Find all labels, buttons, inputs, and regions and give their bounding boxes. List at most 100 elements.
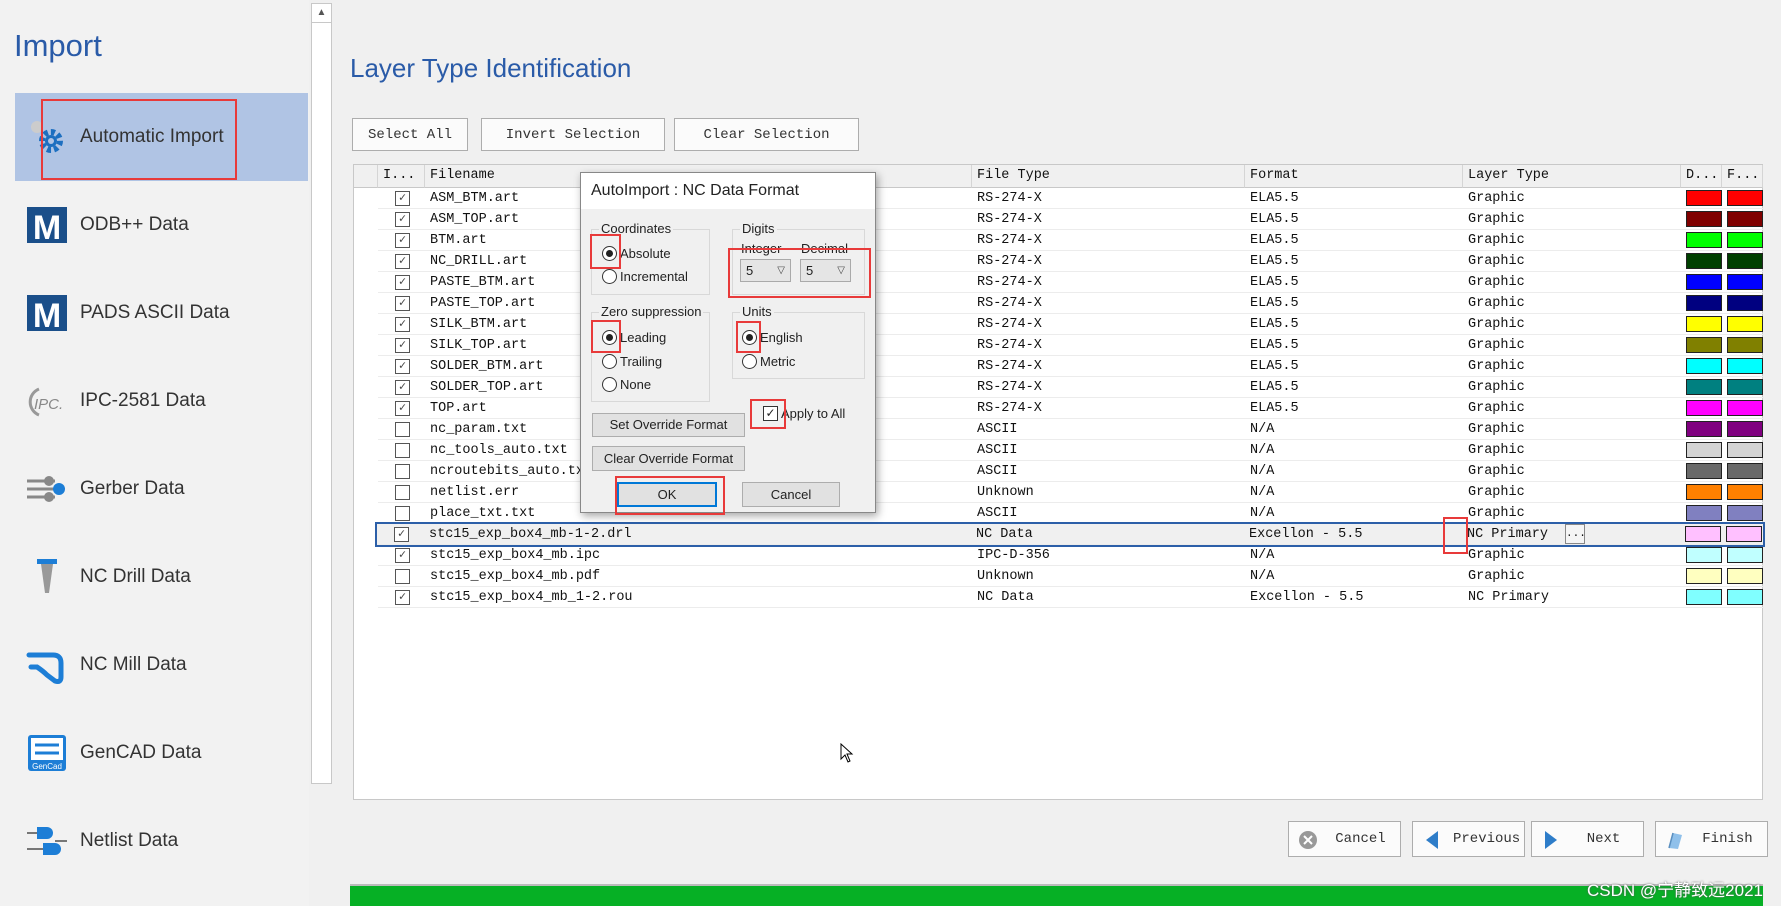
display-color-swatch[interactable] bbox=[1685, 526, 1721, 542]
display-color-swatch[interactable] bbox=[1686, 463, 1722, 479]
fill-color-swatch[interactable] bbox=[1727, 463, 1763, 479]
display-color-swatch[interactable] bbox=[1686, 547, 1722, 563]
import-checkbox[interactable] bbox=[395, 443, 410, 458]
display-color-swatch[interactable] bbox=[1686, 253, 1722, 269]
display-color-swatch[interactable] bbox=[1686, 442, 1722, 458]
set-override-format-button[interactable]: Set Override Format bbox=[592, 413, 745, 437]
import-checkbox[interactable] bbox=[395, 569, 410, 584]
import-checkbox[interactable]: ✓ bbox=[395, 233, 410, 248]
fill-color-swatch[interactable] bbox=[1727, 547, 1763, 563]
absolute-radio[interactable]: Absolute bbox=[602, 246, 671, 261]
fill-color-swatch[interactable] bbox=[1727, 505, 1763, 521]
sidebar-item-gencad-data[interactable]: GenCad GenCAD Data bbox=[15, 709, 308, 797]
fill-color-swatch[interactable] bbox=[1727, 442, 1763, 458]
metric-radio[interactable]: Metric bbox=[742, 354, 795, 369]
column-header-import[interactable]: I... bbox=[378, 165, 425, 188]
import-checkbox[interactable]: ✓ bbox=[394, 527, 409, 542]
sidebar-item-pads-ascii-data[interactable]: M PADS ASCII Data bbox=[15, 269, 308, 357]
table-row[interactable]: ✓ stc15_exp_box4_mb-1-2.drl NC Data Excello… bbox=[375, 522, 1765, 547]
import-checkbox[interactable] bbox=[395, 422, 410, 437]
display-color-swatch[interactable] bbox=[1686, 400, 1722, 416]
display-color-swatch[interactable] bbox=[1686, 211, 1722, 227]
fill-color-swatch[interactable] bbox=[1727, 316, 1763, 332]
apply-to-all-checkbox[interactable]: ✓ Apply to All bbox=[763, 406, 845, 421]
display-color-swatch[interactable] bbox=[1686, 190, 1722, 206]
none-radio[interactable]: None bbox=[602, 377, 651, 392]
next-button[interactable]: Next bbox=[1531, 821, 1644, 857]
invert-selection-button[interactable]: Invert Selection bbox=[481, 118, 665, 151]
import-checkbox[interactable] bbox=[395, 485, 410, 500]
fill-color-swatch[interactable] bbox=[1727, 379, 1763, 395]
display-color-swatch[interactable] bbox=[1686, 505, 1722, 521]
import-checkbox[interactable]: ✓ bbox=[395, 548, 410, 563]
fill-color-swatch[interactable] bbox=[1727, 421, 1763, 437]
trailing-radio[interactable]: Trailing bbox=[602, 354, 662, 369]
sidebar-item-nc-mill-data[interactable]: NC Mill Data bbox=[15, 621, 308, 709]
incremental-radio[interactable]: Incremental bbox=[602, 269, 688, 284]
sidebar-item-netlist-data[interactable]: Netlist Data bbox=[15, 797, 308, 885]
cancel-button[interactable]: Cancel bbox=[1288, 821, 1401, 857]
select-all-button[interactable]: Select All bbox=[352, 118, 468, 151]
fill-color-swatch[interactable] bbox=[1727, 253, 1763, 269]
finish-button[interactable]: Finish bbox=[1655, 821, 1768, 857]
display-color-swatch[interactable] bbox=[1686, 316, 1722, 332]
fill-color-swatch[interactable] bbox=[1727, 274, 1763, 290]
import-checkbox[interactable] bbox=[395, 506, 410, 521]
ok-button[interactable]: OK bbox=[617, 482, 717, 507]
import-checkbox[interactable]: ✓ bbox=[395, 590, 410, 605]
integer-select[interactable]: 5 ▽ bbox=[740, 259, 791, 282]
import-checkbox[interactable]: ✓ bbox=[395, 317, 410, 332]
display-color-swatch[interactable] bbox=[1686, 358, 1722, 374]
table-row[interactable]: ✓ stc15_exp_box4_mb_1-2.rou NC Data Excello… bbox=[378, 587, 1764, 608]
display-color-swatch[interactable] bbox=[1686, 568, 1722, 584]
import-checkbox[interactable] bbox=[395, 464, 410, 479]
column-header-display-color[interactable]: D... bbox=[1681, 165, 1722, 188]
fill-color-swatch[interactable] bbox=[1727, 589, 1763, 605]
fill-color-swatch[interactable] bbox=[1726, 526, 1762, 542]
fill-color-swatch[interactable] bbox=[1727, 400, 1763, 416]
import-checkbox[interactable]: ✓ bbox=[395, 254, 410, 269]
fill-color-swatch[interactable] bbox=[1727, 358, 1763, 374]
sidebar-scrollbar[interactable] bbox=[311, 3, 332, 784]
sidebar-item-gerber-data[interactable]: Gerber Data bbox=[15, 445, 308, 533]
display-color-swatch[interactable] bbox=[1686, 232, 1722, 248]
display-color-swatch[interactable] bbox=[1686, 484, 1722, 500]
dialog-cancel-button[interactable]: Cancel bbox=[742, 482, 840, 507]
clear-selection-button[interactable]: Clear Selection bbox=[674, 118, 859, 151]
previous-button[interactable]: Previous bbox=[1412, 821, 1525, 857]
sidebar-item-automatic-import[interactable]: Automatic Import bbox=[15, 93, 308, 181]
display-color-swatch[interactable] bbox=[1686, 274, 1722, 290]
english-radio[interactable]: English bbox=[742, 330, 803, 345]
fill-color-swatch[interactable] bbox=[1727, 232, 1763, 248]
sidebar-item-ipc-2581-data[interactable]: IPC. IPC-2581 Data bbox=[15, 357, 308, 445]
import-checkbox[interactable]: ✓ bbox=[395, 275, 410, 290]
decimal-select[interactable]: 5 ▽ bbox=[800, 259, 851, 282]
import-checkbox[interactable]: ✓ bbox=[395, 191, 410, 206]
fill-color-swatch[interactable] bbox=[1727, 337, 1763, 353]
display-color-swatch[interactable] bbox=[1686, 337, 1722, 353]
sidebar-item-odb-data[interactable]: M ODB++ Data bbox=[15, 181, 308, 269]
sidebar-item-nc-drill-data[interactable]: NC Drill Data bbox=[15, 533, 308, 621]
format-options-button[interactable]: ... bbox=[1565, 524, 1586, 544]
display-color-swatch[interactable] bbox=[1686, 421, 1722, 437]
column-header-fill-color[interactable]: F... bbox=[1722, 165, 1763, 188]
fill-color-swatch[interactable] bbox=[1727, 211, 1763, 227]
table-row[interactable]: ✓ stc15_exp_box4_mb.ipc IPC-D-356 N/A Graphi… bbox=[378, 545, 1764, 566]
fill-color-swatch[interactable] bbox=[1727, 484, 1763, 500]
import-checkbox[interactable]: ✓ bbox=[395, 296, 410, 311]
display-color-swatch[interactable] bbox=[1686, 379, 1722, 395]
import-checkbox[interactable]: ✓ bbox=[395, 401, 410, 416]
column-header-file-type[interactable]: File Type bbox=[972, 165, 1245, 188]
import-checkbox[interactable]: ✓ bbox=[395, 380, 410, 395]
import-checkbox[interactable]: ✓ bbox=[395, 212, 410, 227]
display-color-swatch[interactable] bbox=[1686, 295, 1722, 311]
display-color-swatch[interactable] bbox=[1686, 589, 1722, 605]
scroll-up-button[interactable]: ▲ bbox=[311, 3, 332, 23]
fill-color-swatch[interactable] bbox=[1727, 190, 1763, 206]
column-header-layer-type[interactable]: Layer Type bbox=[1463, 165, 1681, 188]
fill-color-swatch[interactable] bbox=[1727, 568, 1763, 584]
column-header-format[interactable]: Format bbox=[1245, 165, 1463, 188]
import-checkbox[interactable]: ✓ bbox=[395, 338, 410, 353]
table-row[interactable]: stc15_exp_box4_mb.pdf Unknown N/A Graphic bbox=[378, 566, 1764, 587]
import-checkbox[interactable]: ✓ bbox=[395, 359, 410, 374]
